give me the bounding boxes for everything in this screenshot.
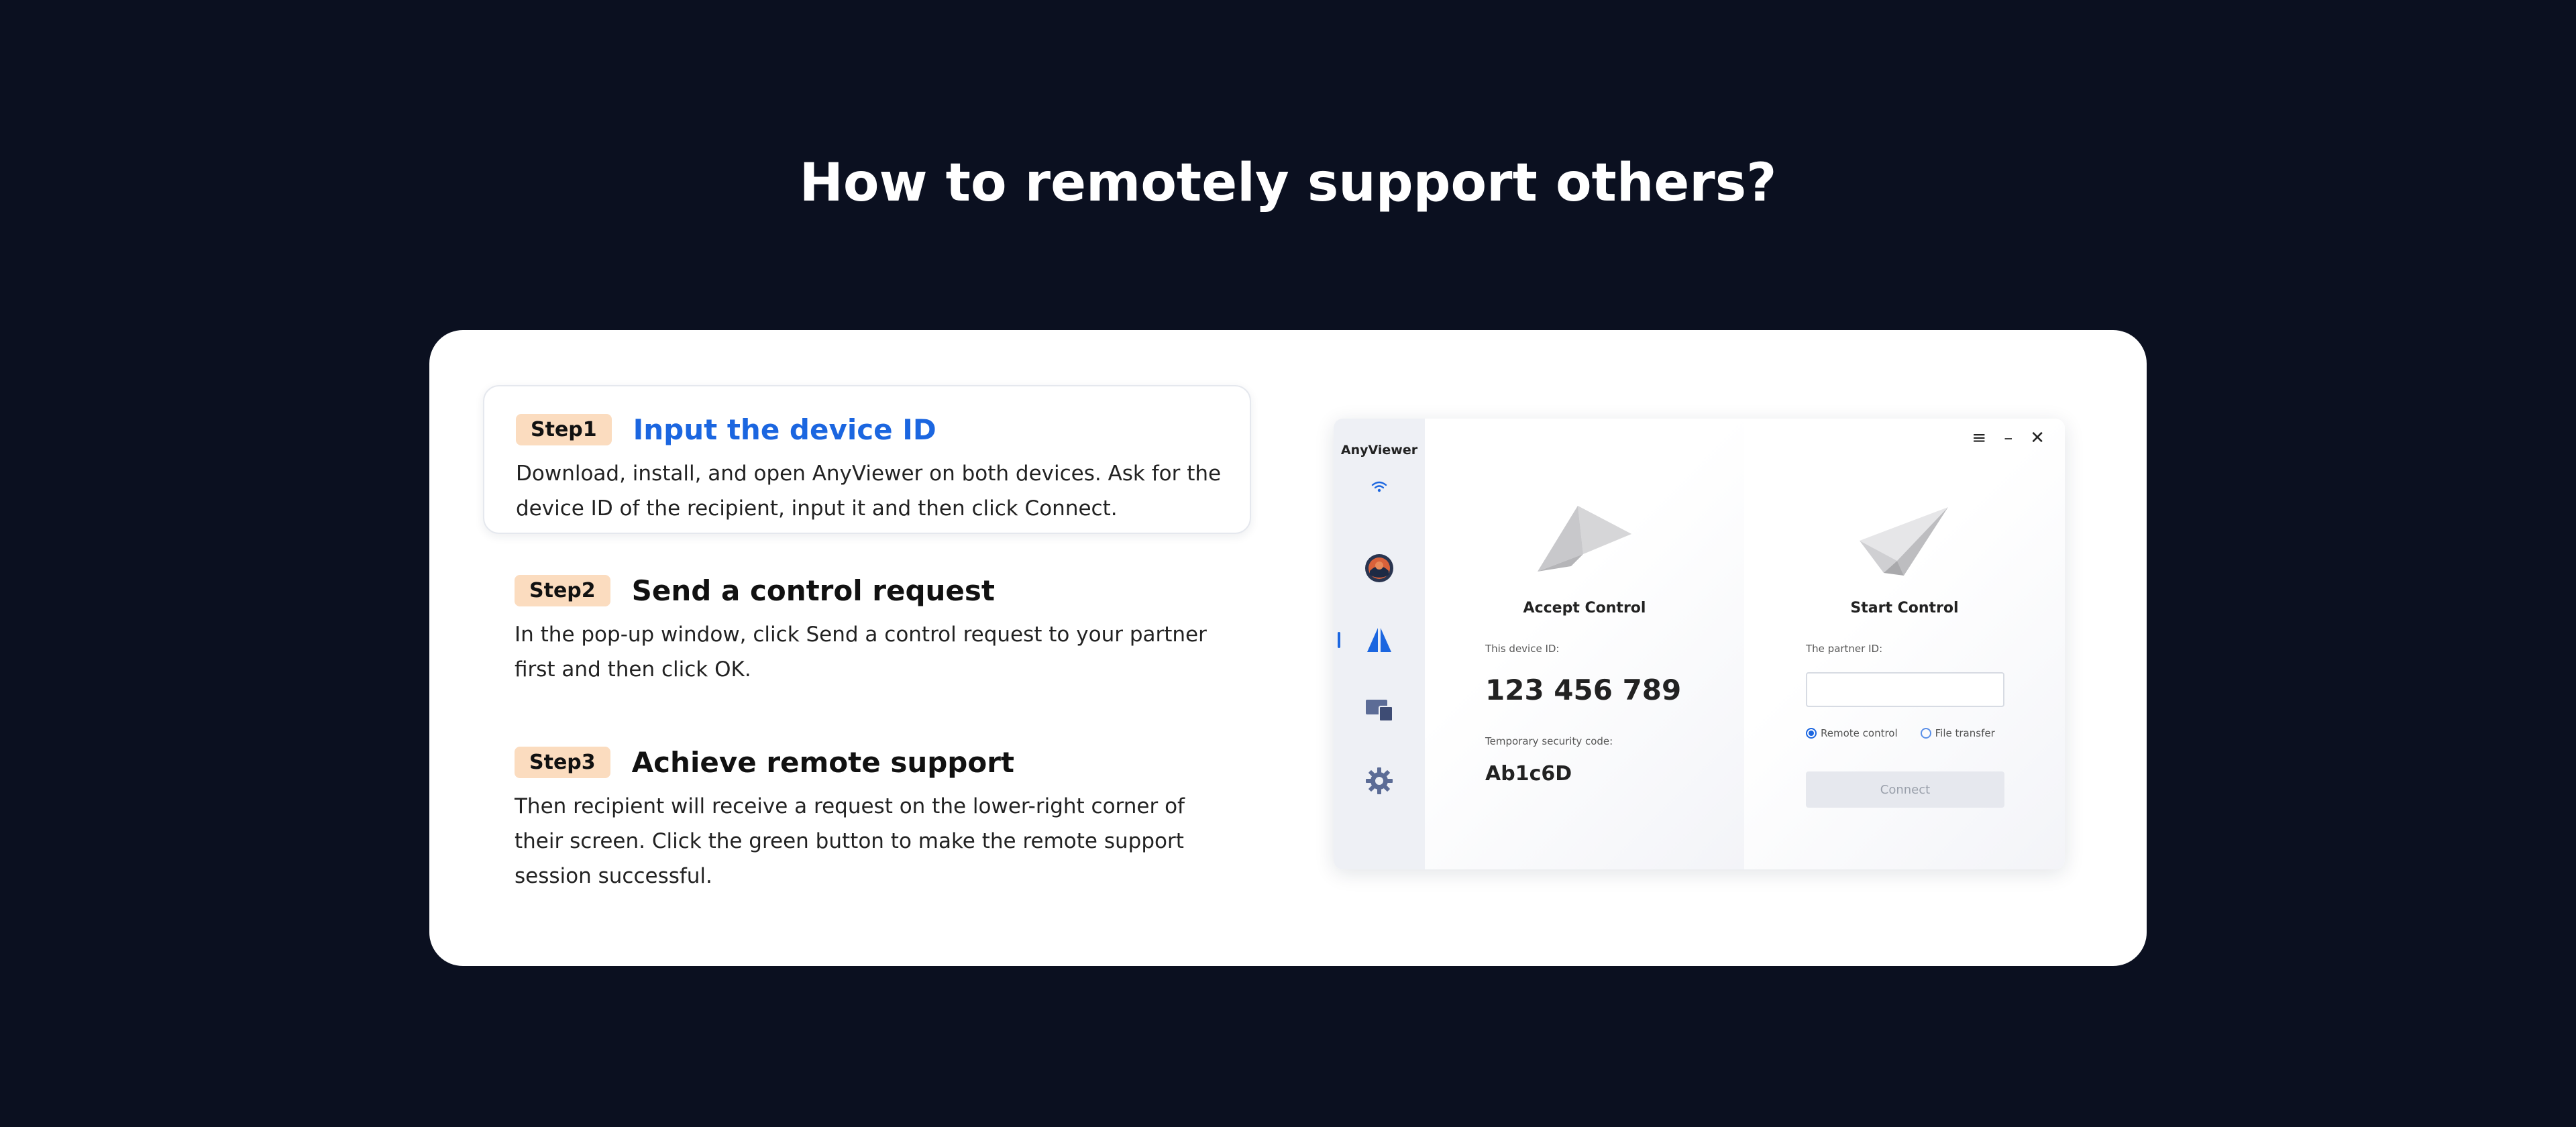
step-header: Step2 Send a control request <box>515 574 995 607</box>
step-badge: Step3 <box>515 747 610 778</box>
paper-plane-icon <box>1531 492 1638 580</box>
step-title: Achieve remote support <box>631 746 1014 779</box>
active-indicator <box>1338 632 1340 648</box>
step-1[interactable]: Step1 Input the device ID Download, inst… <box>483 385 1251 534</box>
step-2[interactable]: Step2 Send a control request In the pop-… <box>483 558 1251 692</box>
step-title: Send a control request <box>631 574 995 607</box>
step-badge: Step2 <box>515 575 610 606</box>
step-badge: Step1 <box>516 414 612 445</box>
step-header: Step3 Achieve remote support <box>515 746 1014 779</box>
menu-icon[interactable]: ≡ <box>1972 428 1986 448</box>
paper-plane-icon <box>1857 506 1964 593</box>
device-id-label: This device ID: <box>1485 643 1560 655</box>
remote-control-option[interactable]: Remote control <box>1806 727 1898 739</box>
close-icon[interactable]: ✕ <box>2030 428 2045 448</box>
settings-icon[interactable] <box>1362 764 1396 798</box>
app-sidebar: AnyViewer <box>1334 419 1425 869</box>
page-title: How to remotely support others? <box>799 153 1777 213</box>
security-code-label: Temporary security code: <box>1485 735 1613 747</box>
step-description: In the pop-up window, click Send a contr… <box>515 623 1207 682</box>
start-control-panel: ≡ – ✕ Start Control The partner ID: Remo… <box>1744 419 2065 869</box>
accept-control-panel: Accept Control This device ID: 123 456 7… <box>1425 419 1744 869</box>
step-description: Download, install, and open AnyViewer on… <box>516 462 1222 521</box>
connect-button[interactable]: Connect <box>1806 771 2004 808</box>
control-icon[interactable] <box>1362 623 1396 657</box>
file-transfer-radio[interactable] <box>1920 728 1931 739</box>
security-code-value: Ab1c6D <box>1485 762 1572 786</box>
mode-radio-group: Remote control File transfer <box>1806 727 1995 739</box>
main-card: Step1 Input the device ID Download, inst… <box>429 330 2147 966</box>
window-controls: ≡ – ✕ <box>1972 428 2045 448</box>
minimize-icon[interactable]: – <box>2004 428 2012 448</box>
step-description: Then recipient will receive a request on… <box>515 794 1185 888</box>
app-name: AnyViewer <box>1340 443 1418 458</box>
accept-control-title: Accept Control <box>1523 600 1646 616</box>
step-header: Step1 Input the device ID <box>516 413 936 446</box>
app-window: AnyViewer Accept Control This device ID:… <box>1334 419 2065 869</box>
wifi-icon <box>1362 470 1396 503</box>
avatar[interactable] <box>1362 551 1396 585</box>
remote-control-radio[interactable] <box>1806 728 1817 739</box>
devices-icon[interactable] <box>1362 694 1396 727</box>
partner-id-input[interactable] <box>1806 672 2004 707</box>
remote-control-label: Remote control <box>1821 727 1898 739</box>
file-transfer-option[interactable]: File transfer <box>1920 727 1995 739</box>
start-control-title: Start Control <box>1850 600 1959 616</box>
step-title: Input the device ID <box>633 413 936 446</box>
step-3[interactable]: Step3 Achieve remote support Then recipi… <box>483 730 1251 911</box>
device-id-value: 123 456 789 <box>1485 674 1682 706</box>
file-transfer-label: File transfer <box>1935 727 1995 739</box>
partner-id-label: The partner ID: <box>1806 643 1883 655</box>
